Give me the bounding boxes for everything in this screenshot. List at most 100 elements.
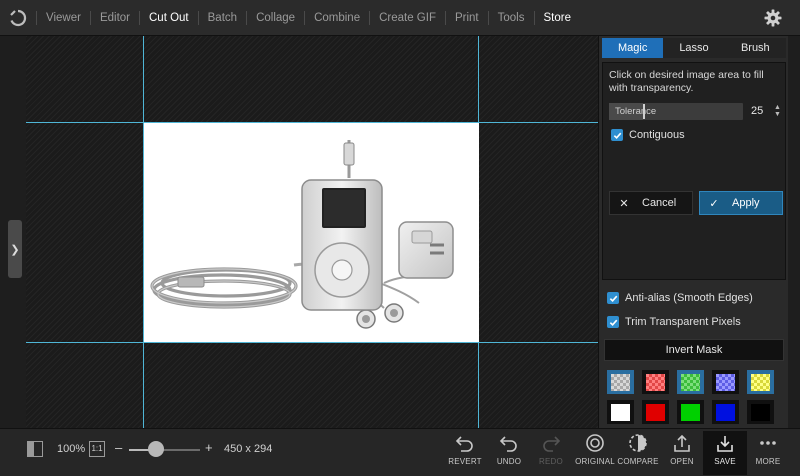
tolerance-value[interactable]: 25: [751, 103, 763, 120]
image-dimensions: 450 x 294: [224, 443, 273, 455]
crop-guide-bottom[interactable]: [26, 342, 598, 343]
tab-lasso[interactable]: Lasso: [663, 38, 725, 58]
swatch-checker-red[interactable]: [642, 370, 669, 394]
menu-editor[interactable]: Editor: [89, 10, 139, 25]
cutout-tool-panel: Magic Eraser Lasso Brush Click on desire…: [598, 36, 788, 428]
redo-icon: [543, 436, 561, 452]
tab-magic-eraser[interactable]: Magic Eraser: [602, 38, 664, 74]
expand-sidebar-chevron-icon[interactable]: ❯: [8, 220, 22, 278]
swatch-blue[interactable]: [712, 400, 739, 424]
checker-red-fill: [646, 373, 665, 391]
zoom-slider-track[interactable]: [129, 449, 200, 451]
tab-brush[interactable]: Brush: [724, 38, 786, 58]
revert-button[interactable]: REVERT: [443, 433, 487, 473]
blue-fill: [716, 403, 735, 421]
menu-collage[interactable]: Collage: [246, 10, 304, 25]
editing-canvas[interactable]: [26, 36, 598, 428]
white-fill: [611, 403, 630, 421]
swatch-checker-green[interactable]: [677, 370, 704, 394]
more-button[interactable]: MORE: [746, 433, 790, 473]
menu-combine[interactable]: Combine: [304, 10, 369, 25]
compare-button[interactable]: COMPARE: [616, 433, 660, 473]
antialias-option: Anti-alias (Smooth Edges): [607, 292, 753, 304]
tolerance-spinner-icon[interactable]: ▲ ▼: [774, 104, 781, 118]
trim-label: Trim Transparent Pixels: [625, 316, 741, 328]
cancel-button-label: Cancel: [642, 197, 677, 209]
antialias-checkbox[interactable]: [607, 292, 619, 304]
tool-hint-text: Click on desired image area to fill with…: [609, 69, 764, 94]
more-label: MORE: [755, 457, 781, 466]
close-x-icon: ✕: [619, 197, 629, 210]
tool-tabs: Magic Eraser Lasso Brush: [602, 38, 786, 74]
compare-label: COMPARE: [617, 457, 659, 466]
main-menu: Viewer Editor Cut Out Batch Collage Comb…: [36, 0, 580, 36]
swatch-checker-blue[interactable]: [712, 370, 739, 394]
app-logo-icon[interactable]: [0, 0, 36, 36]
black-fill: [751, 403, 770, 421]
invert-mask-button[interactable]: Invert Mask: [604, 339, 784, 361]
tolerance-label: Tolerance: [615, 106, 657, 117]
green-fill: [681, 403, 700, 421]
cancel-button[interactable]: ✕ Cancel: [609, 191, 693, 215]
contiguous-checkbox[interactable]: [611, 129, 623, 141]
trim-checkbox[interactable]: [607, 316, 619, 328]
apply-button[interactable]: ✓ Apply: [699, 191, 783, 215]
menu-print[interactable]: Print: [444, 10, 488, 25]
contiguous-label: Contiguous: [629, 129, 685, 141]
photo-ipod-with-charger[interactable]: [144, 123, 479, 342]
compare-icon: [629, 434, 647, 452]
redo-label: REDO: [539, 457, 563, 466]
checker-gray-fill: [611, 373, 630, 391]
magic-eraser-options: Click on desired image area to fill with…: [602, 62, 786, 280]
bottom-toolbar: 100% 1:1 – + 450 x 294 REVERT UNDO REDO …: [0, 428, 800, 476]
checkmark-icon: ✓: [709, 197, 719, 210]
swatch-green[interactable]: [677, 400, 704, 424]
trim-option: Trim Transparent Pixels: [607, 316, 741, 328]
menu-create-gif[interactable]: Create GIF: [369, 10, 445, 25]
swatch-white[interactable]: [607, 400, 634, 424]
zoom-slider-thumb[interactable]: [148, 441, 164, 457]
red-fill: [646, 403, 665, 421]
swatch-checker-gray[interactable]: [607, 370, 634, 394]
swatch-checker-yellow[interactable]: [747, 370, 774, 394]
save-icon: [717, 436, 733, 452]
checker-blue-fill: [716, 373, 735, 391]
antialias-label: Anti-alias (Smooth Edges): [625, 292, 753, 304]
contiguous-option: Contiguous: [611, 129, 685, 141]
undo-icon: [499, 436, 517, 452]
open-icon: [674, 434, 690, 452]
undo-label: UNDO: [496, 457, 522, 466]
undo-button[interactable]: UNDO: [487, 433, 531, 473]
save-label: SAVE: [714, 457, 736, 466]
revert-label: REVERT: [448, 457, 482, 466]
swatch-red[interactable]: [642, 400, 669, 424]
redo-button[interactable]: REDO: [529, 433, 573, 473]
background-swatches: [607, 370, 781, 424]
open-button[interactable]: OPEN: [660, 433, 704, 473]
original-label: ORIGINAL: [575, 457, 615, 466]
menu-cut-out[interactable]: Cut Out: [139, 10, 198, 25]
tolerance-slider-thumb[interactable]: [643, 104, 645, 119]
save-button[interactable]: SAVE: [703, 431, 747, 475]
apply-button-label: Apply: [732, 197, 760, 209]
checker-green-fill: [681, 373, 700, 391]
zoom-level[interactable]: 100%: [57, 443, 85, 455]
zoom-out-icon[interactable]: –: [115, 440, 122, 455]
tolerance-slider[interactable]: Tolerance: [609, 103, 743, 120]
zoom-in-icon[interactable]: +: [205, 440, 213, 455]
menu-viewer[interactable]: Viewer: [36, 10, 90, 25]
more-icon: [760, 441, 776, 445]
actual-size-button[interactable]: 1:1: [89, 441, 105, 457]
original-icon: [586, 434, 604, 452]
menu-tools[interactable]: Tools: [487, 10, 534, 25]
open-label: OPEN: [670, 457, 694, 466]
swatch-black[interactable]: [747, 400, 774, 424]
top-menu-bar: Viewer Editor Cut Out Batch Collage Comb…: [0, 0, 800, 36]
original-button[interactable]: ORIGINAL: [573, 433, 617, 473]
revert-icon: [455, 436, 473, 452]
split-view-icon[interactable]: [27, 441, 43, 457]
menu-store[interactable]: Store: [533, 10, 581, 25]
menu-batch[interactable]: Batch: [197, 10, 246, 25]
settings-gear-icon[interactable]: [764, 9, 782, 27]
checker-yellow-fill: [751, 373, 770, 391]
